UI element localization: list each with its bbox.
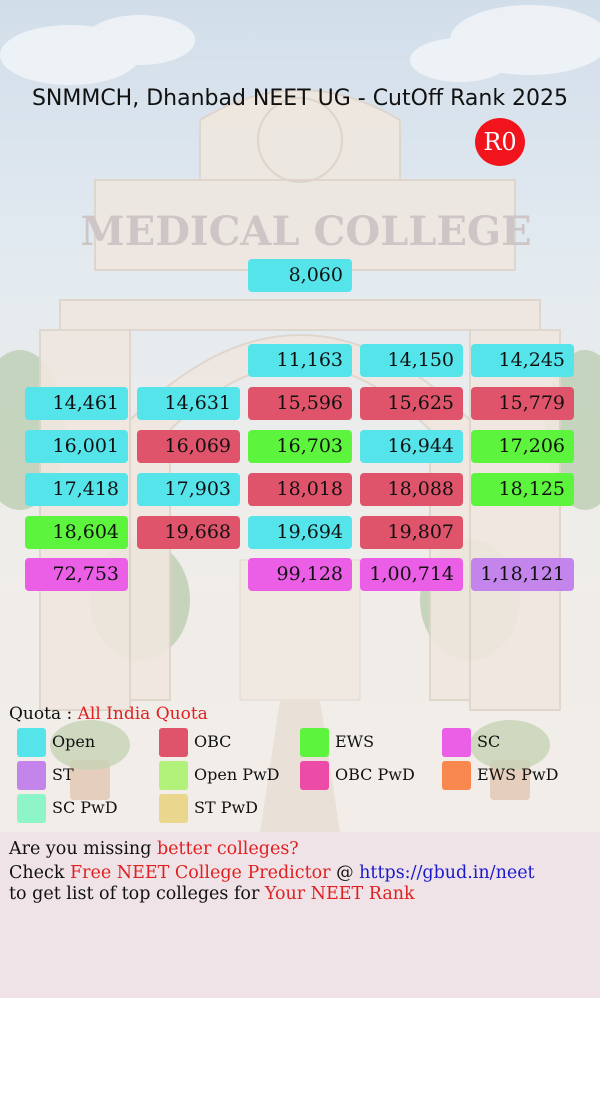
promo-text: @ (330, 863, 360, 883)
legend-label: SC PwD (52, 798, 118, 817)
rank-cell: 14,461 (25, 387, 128, 420)
legend-swatch (159, 794, 188, 823)
rank-cell: 14,245 (471, 344, 574, 377)
quota-line: Quota : All India Quota (9, 704, 208, 724)
promo-panel: Are you missing better colleges? Check F… (0, 832, 600, 998)
promo-highlight: Your NEET Rank (264, 884, 415, 904)
rank-cell: 17,206 (471, 430, 574, 463)
legend-label: EWS (335, 732, 375, 751)
legend-swatch (159, 728, 188, 757)
rank-cell: 99,128 (248, 558, 352, 591)
promo-text: Are you missing (9, 839, 157, 859)
rank-cell: 15,625 (360, 387, 463, 420)
legend-label: SC (477, 732, 501, 751)
rank-cell: 14,631 (137, 387, 240, 420)
legend-label: OBC PwD (335, 765, 415, 784)
legend-label: EWS PwD (477, 765, 559, 784)
rank-cell: 18,018 (248, 473, 352, 506)
legend-label: Open (52, 732, 96, 751)
quota-value: All India Quota (77, 704, 208, 724)
rank-cell: 15,596 (248, 387, 352, 420)
predictor-name: Free NEET College Predictor (70, 863, 331, 883)
predictor-link[interactable]: https://gbud.in/neet (359, 863, 534, 883)
rank-cell: 11,163 (248, 344, 352, 377)
rank-cell: 16,944 (360, 430, 463, 463)
rank-cell: 18,125 (471, 473, 574, 506)
promo-text: Check (9, 863, 70, 883)
promo-text: to get list of top colleges for (9, 884, 265, 904)
legend-swatch (300, 728, 329, 757)
rank-cell: 14,150 (360, 344, 463, 377)
rank-cell: 17,418 (25, 473, 128, 506)
legend-label: ST (52, 765, 74, 784)
legend-label: ST PwD (194, 798, 259, 817)
rank-cell: 19,807 (360, 516, 463, 549)
rank-cell: 16,001 (25, 430, 128, 463)
rank-cell: 1,00,714 (360, 558, 463, 591)
legend-label: OBC (194, 732, 232, 751)
legend-swatch (17, 761, 46, 790)
promo-line-2: Check Free NEET College Predictor @ http… (9, 863, 535, 883)
legend-swatch (442, 761, 471, 790)
rank-cell: 16,703 (248, 430, 352, 463)
rank-cell: 8,060 (248, 259, 352, 292)
round-badge: R0 (475, 118, 525, 166)
legend-swatch (159, 761, 188, 790)
rank-cell: 19,668 (137, 516, 240, 549)
quota-label: Quota : (9, 704, 73, 724)
promo-highlight: better colleges? (156, 839, 299, 859)
legend-label: Open PwD (194, 765, 280, 784)
rank-cell: 18,088 (360, 473, 463, 506)
promo-line-3: to get list of top colleges for Your NEE… (9, 884, 415, 904)
legend-swatch (17, 728, 46, 757)
legend-swatch (442, 728, 471, 757)
legend-swatch (17, 794, 46, 823)
rank-cell: 15,779 (471, 387, 574, 420)
rank-cell: 72,753 (25, 558, 128, 591)
rank-cell: 18,604 (25, 516, 128, 549)
page-title: SNMMCH, Dhanbad NEET UG - CutOff Rank 20… (31, 86, 569, 111)
rank-cell: 19,694 (248, 516, 352, 549)
rank-cell: 17,903 (137, 473, 240, 506)
rank-cell: 1,18,121 (471, 558, 574, 591)
rank-cell: 16,069 (137, 430, 240, 463)
promo-line-1: Are you missing better colleges? (9, 839, 299, 859)
legend-swatch (300, 761, 329, 790)
